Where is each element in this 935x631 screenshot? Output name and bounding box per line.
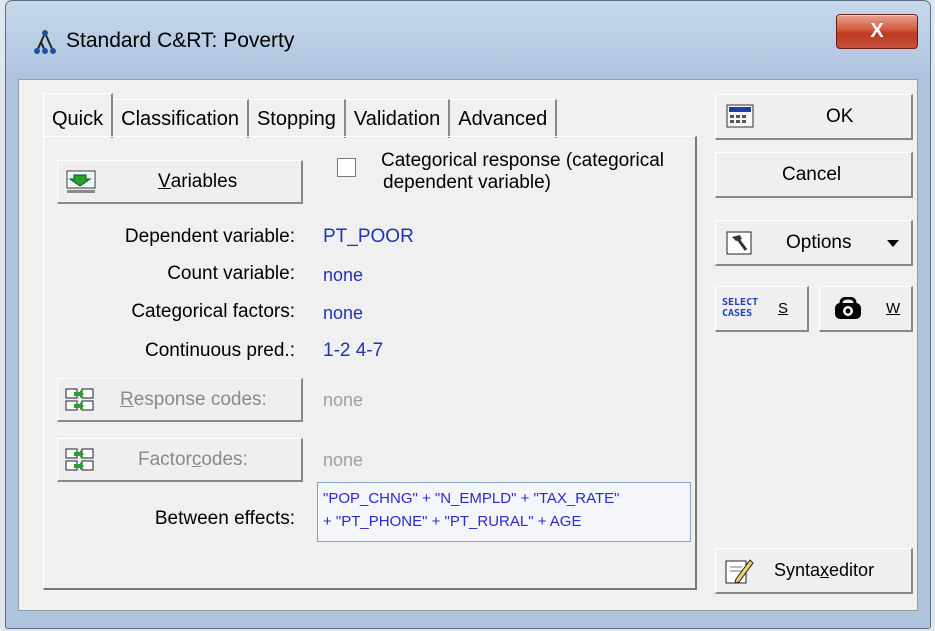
factor-codes-label-post: odes: [201, 448, 248, 470]
codes-icon [65, 447, 95, 473]
cancel-button[interactable]: Cancel [715, 152, 913, 198]
weights-button[interactable]: W [819, 286, 913, 332]
variables-button[interactable]: Variables [57, 160, 303, 204]
title-bar[interactable]: Standard C&RT: Poverty X [6, 1, 930, 79]
select-cases-s-label: S [778, 300, 789, 317]
syntax-editor-label-accel: x [820, 560, 830, 580]
syntax-editor-label: Synta x editor [774, 549, 874, 592]
variables-label-accel: V [158, 170, 171, 192]
count-variable-label: Count variable: [167, 263, 295, 284]
weight-icon [832, 297, 864, 321]
tab-quick[interactable]: Quick [43, 93, 114, 138]
select-cases-icon-line2: CASES [722, 308, 753, 319]
variables-icon [66, 170, 96, 194]
options-label: Options [786, 231, 852, 253]
options-hammer-icon [726, 231, 752, 255]
continuous-predictors-label: Continuous pred.: [145, 340, 295, 361]
dependent-variable-label: Dependent variable: [124, 226, 295, 247]
tab-validation[interactable]: Validation [345, 99, 451, 138]
syntax-editor-label-pre: Synta [774, 560, 821, 580]
factor-codes-label-pre: Factor [138, 448, 192, 470]
variables-label: Variables [158, 161, 237, 202]
count-variable-value[interactable]: none [323, 265, 363, 286]
variables-label-post: ariables [170, 170, 238, 192]
tab-classification[interactable]: Classification [113, 99, 249, 138]
between-effects-label: Between effects: [154, 508, 295, 529]
categorical-factors-label: Categorical factors: [131, 301, 295, 322]
factor-codes-label: Factor c odes: [138, 439, 248, 480]
response-codes-label: Response codes: [120, 379, 267, 420]
response-codes-label-post: esponse codes: [133, 388, 267, 410]
codes-icon [65, 387, 95, 413]
tab-advanced[interactable]: Advanced [450, 99, 558, 138]
response-codes-label-accel: R [120, 388, 134, 410]
factor-codes-label-accel: c [191, 448, 202, 470]
ok-label: OK [826, 105, 854, 127]
cancel-label: Cancel [782, 163, 842, 185]
dependent-variable-value[interactable]: PT_POOR [323, 226, 414, 248]
factor-codes-button[interactable]: Factor c odes: [57, 438, 303, 482]
window-title: Standard C&RT: Poverty [66, 29, 295, 52]
between-effects-line2: + "PT_PHONE" + "PT_RURAL" + AGE [323, 513, 582, 530]
syntax-editor-button[interactable]: Synta x editor [715, 548, 913, 594]
between-effects-box[interactable]: "POP_CHNG" + "N_EMPLD" + "TAX_RATE" + "P… [317, 482, 691, 542]
factor-codes-value: none [323, 450, 364, 470]
select-cases-icon-line1: SELECT [722, 297, 759, 308]
categorical-response-line1: Categorical response (categorical [381, 150, 665, 171]
continuous-predictors-value[interactable]: 1-2 4-7 [323, 340, 383, 362]
dropdown-arrow-icon [887, 240, 899, 248]
categorical-response-label: Categorical response (categorical depend… [381, 150, 664, 194]
categorical-response-checkbox[interactable] [337, 158, 356, 177]
dialog-window: Standard C&RT: Poverty X Quick Classific… [5, 0, 931, 629]
tree-app-icon [31, 29, 59, 55]
ok-button[interactable]: OK [715, 94, 913, 140]
response-codes-value: none [323, 390, 364, 410]
weights-w-label: W [886, 300, 901, 317]
dialog-client: Quick Classification Stopping Validation… [18, 79, 918, 611]
select-cases-icon: SELECT CASES [722, 297, 758, 319]
select-cases-button[interactable]: SELECT CASES S [715, 286, 809, 332]
syntax-editor-pencil-icon [724, 557, 754, 585]
categorical-response-line2: dependent variable) [383, 172, 551, 193]
ok-calculator-icon [726, 104, 754, 128]
between-effects-line1: "POP_CHNG" + "N_EMPLD" + "TAX_RATE" [323, 490, 620, 507]
close-button[interactable]: X [836, 14, 918, 49]
syntax-editor-label-post: editor [829, 560, 875, 580]
options-button[interactable]: Options [715, 220, 913, 266]
tab-strip: Quick Classification Stopping Validation… [43, 93, 558, 138]
categorical-factors-value[interactable]: none [323, 303, 363, 324]
response-codes-button[interactable]: Response codes: [57, 378, 303, 422]
tab-stopping[interactable]: Stopping [248, 99, 346, 138]
